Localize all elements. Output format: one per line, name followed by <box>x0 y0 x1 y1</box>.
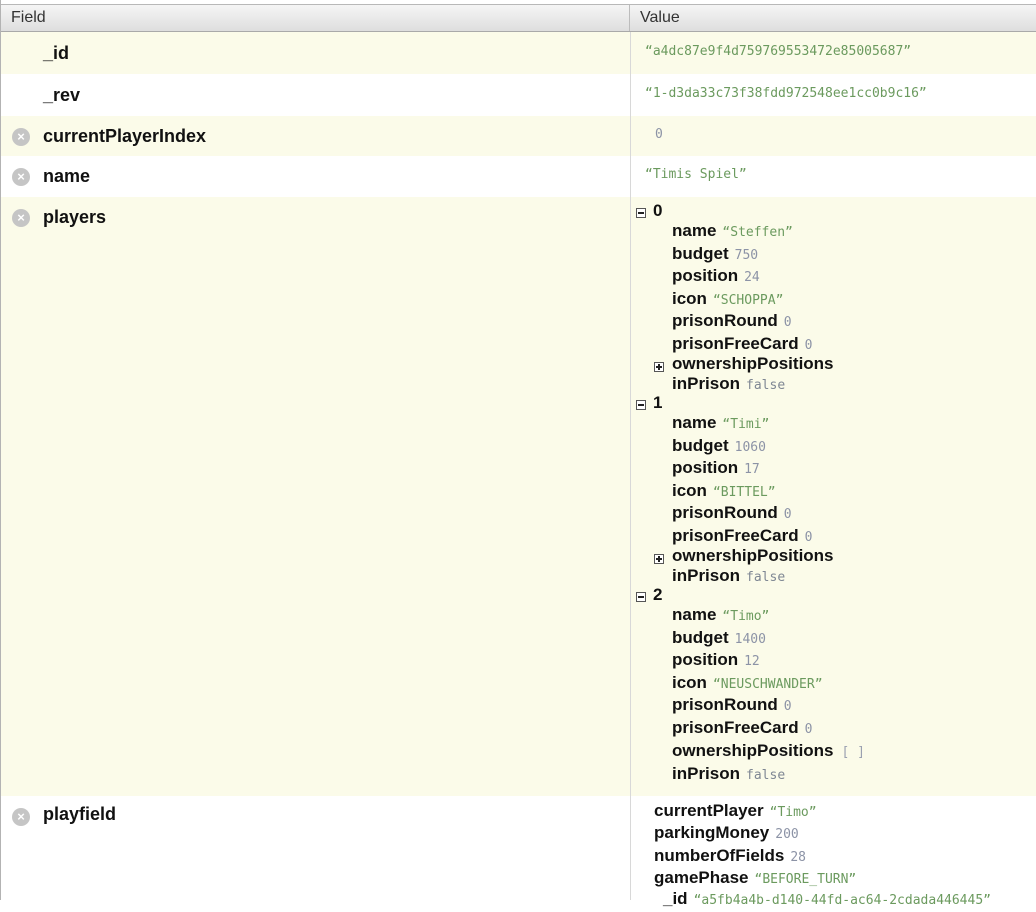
field-value[interactable]: “a4dc87e9f4d759769553472e85005687” <box>645 44 911 59</box>
field-name: players <box>43 207 107 227</box>
field-name: currentPlayerIndex <box>43 126 207 146</box>
property-budget: budget 750 <box>672 244 759 263</box>
minus-box-icon[interactable] <box>636 400 646 410</box>
property-budget: budget 1400 <box>672 628 766 647</box>
property-prison-free-card: prisonFreeCard 0 <box>672 526 813 545</box>
row-rev[interactable]: _rev “1-d3da33c73f38fdd972548ee1cc0b9c16… <box>1 74 1036 116</box>
field-value[interactable]: “Timis Spiel” <box>645 167 747 182</box>
field-name: name <box>43 166 91 186</box>
property-icon: icon “SCHOPPA” <box>672 289 784 308</box>
property-ownership-positions: ownershipPositions <box>672 354 834 373</box>
row-playfield[interactable]: × playfield currentPlayer “Timo” parkingM… <box>1 796 1036 908</box>
grid-header: Field Value <box>1 4 1036 32</box>
property-prison-round: prisonRound 0 <box>672 695 792 714</box>
property-id: _id “a5fb4a4b-d140-44fd-ac64-2cdada446445… <box>663 889 991 908</box>
array-index: 2 <box>653 585 663 604</box>
property-budget: budget 1060 <box>672 436 766 455</box>
row-players[interactable]: × players 0 name “Steffen” budget 750 posi… <box>1 197 1036 796</box>
document-grid: Field Value _id “a4dc87e9f4d759769553472… <box>0 0 1036 908</box>
property-current-player: currentPlayer “Timo” <box>654 801 817 820</box>
array-index: 0 <box>653 201 663 220</box>
property-name: name “Timo” <box>672 605 770 624</box>
property-name: name “Steffen” <box>672 221 793 240</box>
property-prison-round: prisonRound 0 <box>672 503 792 522</box>
property-in-prison: inPrison false <box>672 374 786 393</box>
property-number-of-fields: numberOfFields 28 <box>654 846 807 865</box>
minus-box-icon[interactable] <box>636 592 646 602</box>
field-value[interactable]: “1-d3da33c73f38fdd972548ee1cc0b9c16” <box>645 86 927 101</box>
property-name: name “Timi” <box>672 413 770 432</box>
property-game-phase: gamePhase “BEFORE_TURN” <box>654 868 857 887</box>
minus-box-icon[interactable] <box>636 208 646 218</box>
plus-box-icon[interactable] <box>654 554 664 564</box>
close-circle-icon[interactable]: × <box>12 209 30 227</box>
property-ownership-positions: ownershipPositions[ ] <box>672 741 866 760</box>
field-column-header[interactable]: Field <box>1 5 630 31</box>
property-position: position 17 <box>672 458 760 477</box>
value-column-header[interactable]: Value <box>630 5 1036 31</box>
plus-box-icon[interactable] <box>654 362 664 372</box>
close-circle-icon[interactable]: × <box>12 128 30 146</box>
property-prison-round: prisonRound 0 <box>672 311 792 330</box>
field-value[interactable]: 0 <box>655 127 663 142</box>
field-name: playfield <box>43 804 117 824</box>
property-parking-money: parkingMoney 200 <box>654 823 799 842</box>
property-ownership-positions: ownershipPositions <box>672 546 834 565</box>
property-in-prison: inPrison false <box>672 566 786 585</box>
field-name: _id <box>43 43 70 63</box>
field-name: _rev <box>43 85 81 105</box>
close-circle-icon[interactable]: × <box>12 168 30 186</box>
close-circle-icon[interactable]: × <box>12 808 30 826</box>
row-id[interactable]: _id “a4dc87e9f4d759769553472e85005687” <box>1 32 1036 74</box>
array-index: 1 <box>653 393 663 412</box>
property-position: position 24 <box>672 266 760 285</box>
property-prison-free-card: prisonFreeCard 0 <box>672 334 813 353</box>
property-icon: icon “NEUSCHWANDER” <box>672 673 823 692</box>
row-name[interactable]: × name “Timis Spiel” <box>1 156 1036 197</box>
property-position: position 12 <box>672 650 760 669</box>
property-prison-free-card: prisonFreeCard 0 <box>672 718 813 737</box>
row-current-player-index[interactable]: × currentPlayerIndex 0 <box>1 116 1036 156</box>
property-in-prison: inPrison false <box>672 764 786 783</box>
property-icon: icon “BITTEL” <box>672 481 776 500</box>
